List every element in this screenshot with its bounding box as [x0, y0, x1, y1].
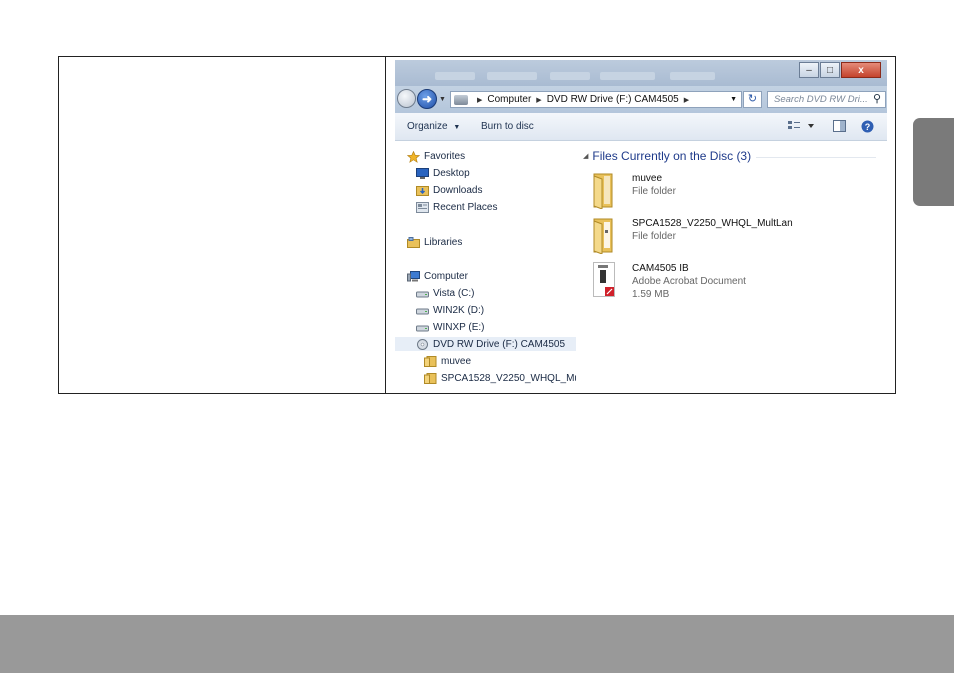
nav-drive-e[interactable]: WINXP (E:) — [416, 320, 484, 334]
folder-icon — [592, 171, 618, 210]
file-item-cam4505-pdf[interactable]: CAM4505 IB Adobe Acrobat Document 1.59 M… — [592, 261, 792, 301]
file-item-spca[interactable]: SPCA1528_V2250_WHQL_MultLan File folder — [592, 216, 812, 256]
nav-folder-spca[interactable]: SPCA1528_V2250_WHQL_Multl — [424, 371, 587, 385]
nav-libraries-label: Libraries — [424, 236, 463, 248]
page-footer-bar — [0, 615, 954, 673]
nav-favorites-label: Favorites — [424, 150, 466, 162]
nav-drive-d[interactable]: WIN2K (D:) — [416, 303, 484, 317]
address-dropdown-icon[interactable]: ▼ — [730, 96, 737, 103]
nav-drive-f-label: DVD RW Drive (F:) CAM4505 — [433, 338, 566, 350]
pdf-document-icon — [592, 261, 618, 299]
nav-favorites[interactable]: Favorites — [406, 149, 466, 163]
breadcrumb-computer[interactable]: Computer — [487, 94, 531, 105]
file-item-muvee[interactable]: muvee File folder — [592, 171, 792, 211]
window-controls: – □ x — [799, 62, 881, 79]
titlebar-tab — [670, 72, 715, 80]
folder-icon — [424, 355, 437, 367]
view-options-icon[interactable] — [787, 120, 819, 135]
nav-desktop[interactable]: Desktop — [416, 166, 470, 180]
command-toolbar: Organize ▼ Burn to disc ? — [395, 113, 887, 141]
titlebar-tab — [435, 72, 475, 80]
group-header-label: Files Currently on the Disc (3) — [592, 149, 752, 163]
hard-drive-icon — [416, 322, 429, 333]
maximize-button[interactable]: □ — [820, 62, 840, 78]
file-type: File folder — [632, 231, 676, 242]
desktop-icon — [416, 167, 429, 179]
nav-folder-muvee[interactable]: muvee — [424, 354, 471, 368]
close-button[interactable]: x — [841, 62, 881, 78]
window-titlebar: – □ x — [395, 60, 887, 86]
refresh-button[interactable]: ↻ — [743, 91, 762, 108]
nav-folder-spca-label: SPCA1528_V2250_WHQL_Multl — [441, 372, 588, 384]
collapse-triangle-icon[interactable]: ◢ — [583, 153, 588, 160]
breadcrumb-arrow-icon[interactable]: ▶ — [684, 96, 689, 104]
file-size: 1.59 MB — [632, 289, 670, 300]
file-type: Adobe Acrobat Document — [632, 276, 746, 287]
address-bar[interactable]: ▶ Computer ▶ DVD RW Drive (F:) CAM4505 ▶… — [450, 91, 742, 108]
forward-button[interactable]: ➜ — [417, 89, 437, 109]
search-placeholder: Search DVD RW Dri... — [774, 94, 868, 105]
navigation-pane: Favorites Desktop Downloads Recent Place… — [395, 141, 587, 390]
preview-pane-icon[interactable] — [833, 120, 846, 135]
nav-computer-label: Computer — [424, 270, 468, 282]
hard-drive-icon — [416, 288, 429, 299]
nav-libraries[interactable]: Libraries — [407, 235, 462, 249]
group-header[interactable]: ◢ Files Currently on the Disc (3) — [583, 149, 751, 163]
back-button[interactable] — [397, 89, 416, 108]
search-icon[interactable]: ⚲ — [873, 92, 881, 107]
breadcrumb-arrow-icon[interactable]: ▶ — [477, 96, 482, 104]
table-column-divider — [385, 56, 386, 394]
downloads-folder-icon — [416, 185, 429, 196]
nav-downloads[interactable]: Downloads — [416, 183, 482, 197]
nav-downloads-label: Downloads — [433, 184, 483, 196]
star-icon — [406, 150, 421, 163]
organize-label: Organize — [407, 121, 448, 132]
folder-icon — [424, 372, 437, 384]
nav-drive-e-label: WINXP (E:) — [433, 321, 485, 333]
group-header-divider — [756, 157, 876, 158]
file-type: File folder — [632, 186, 676, 197]
nav-drive-c[interactable]: Vista (C:) — [416, 286, 475, 300]
organize-button[interactable]: Organize ▼ — [407, 121, 460, 132]
nav-drive-c-label: Vista (C:) — [433, 287, 475, 299]
search-input[interactable]: Search DVD RW Dri... ⚲ — [767, 91, 886, 108]
nav-recent-places[interactable]: Recent Places — [416, 200, 497, 214]
history-dropdown-icon[interactable]: ▼ — [439, 96, 446, 103]
chevron-down-icon: ▼ — [453, 124, 461, 131]
nav-recent-places-label: Recent Places — [433, 201, 498, 213]
file-name: CAM4505 IB — [632, 263, 689, 274]
hard-drive-icon — [416, 305, 429, 316]
computer-icon — [454, 94, 468, 105]
nav-drive-d-label: WIN2K (D:) — [433, 304, 485, 316]
address-row: ➜ ▼ ▶ Computer ▶ DVD RW Drive (F:) CAM45… — [395, 86, 887, 113]
svg-text:?: ? — [865, 122, 871, 132]
file-name: SPCA1528_V2250_WHQL_MultLan — [632, 218, 793, 229]
section-side-tab — [913, 118, 954, 206]
file-name: muvee — [632, 173, 663, 184]
breadcrumb-drive[interactable]: DVD RW Drive (F:) CAM4505 — [547, 94, 679, 105]
nav-folder-muvee-label: muvee — [441, 355, 472, 367]
libraries-icon — [407, 236, 420, 248]
help-icon[interactable]: ? — [861, 120, 874, 136]
nav-drive-f[interactable]: DVD RW Drive (F:) CAM4505 — [395, 337, 576, 351]
nav-desktop-label: Desktop — [433, 167, 470, 179]
computer-icon — [407, 270, 420, 282]
titlebar-tab — [550, 72, 590, 80]
folder-icon — [592, 216, 618, 255]
burn-to-disc-button[interactable]: Burn to disc — [481, 121, 534, 132]
titlebar-tab — [600, 72, 655, 80]
nav-computer[interactable]: Computer — [407, 269, 468, 283]
dvd-drive-icon — [416, 338, 429, 350]
titlebar-tab — [487, 72, 537, 80]
recent-places-icon — [416, 201, 429, 213]
file-list-pane: ◢ Files Currently on the Disc (3) muvee F… — [576, 141, 887, 390]
breadcrumb-arrow-icon[interactable]: ▶ — [536, 96, 541, 104]
minimize-button[interactable]: – — [799, 62, 819, 78]
explorer-window: – □ x ➜ ▼ ▶ Computer ▶ DVD RW Drive (F:)… — [395, 60, 887, 390]
